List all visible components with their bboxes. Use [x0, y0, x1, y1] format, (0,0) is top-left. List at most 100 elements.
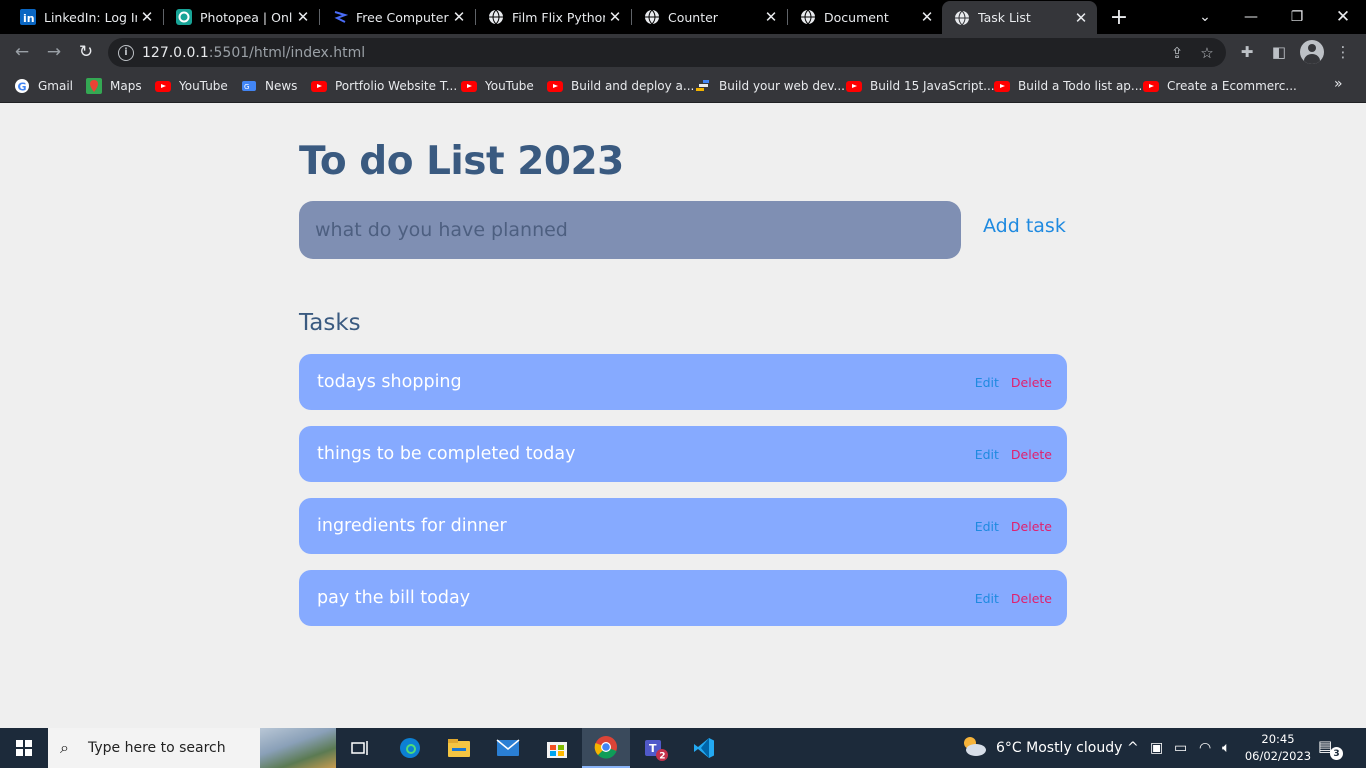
tab-film-flix[interactable]: Film Flix Python App ✕: [468, 0, 631, 34]
bookmark-label: Gmail: [38, 79, 74, 93]
edit-button[interactable]: Edit: [975, 375, 999, 390]
weather-widget[interactable]: 6°C Mostly cloudy: [960, 728, 1122, 768]
wifi-icon[interactable]: ◠: [1199, 728, 1211, 768]
bookmark-build-15-js[interactable]: Build 15 JavaScript...: [846, 76, 995, 96]
tab-photopea[interactable]: Photopea | Online Photo Editor ✕: [156, 0, 319, 34]
task-input[interactable]: [299, 201, 961, 259]
windows-taskbar: ⌕ Type here to search T2 6°C Mostly clou…: [0, 728, 1366, 768]
tab-linkedin[interactable]: in LinkedIn: Log In or Sign Up ✕: [0, 0, 163, 34]
close-icon[interactable]: ✕: [137, 7, 157, 27]
page-content: To do List 2023 Add task Tasks todays sh…: [0, 103, 1366, 728]
tab-task-list[interactable]: Task List ✕: [942, 1, 1097, 34]
bookmark-label: Build 15 JavaScript...: [870, 79, 995, 93]
task-text: things to be completed today: [317, 444, 576, 464]
task-text: todays shopping: [317, 372, 462, 392]
search-placeholder: Type here to search: [88, 740, 226, 756]
notification-center-icon[interactable]: ▤ 3: [1318, 737, 1343, 760]
bookmark-youtube-2[interactable]: YouTube: [461, 76, 534, 96]
tab-title: Task List: [978, 10, 1031, 25]
star-icon[interactable]: ☆: [1196, 42, 1218, 64]
task-item: ingredients for dinner Edit Delete: [299, 498, 1067, 554]
reload-icon[interactable]: ↻: [72, 38, 100, 66]
back-arrow-icon[interactable]: ←: [8, 38, 36, 66]
delete-button[interactable]: Delete: [1011, 591, 1052, 606]
file-explorer-icon[interactable]: [435, 728, 483, 768]
delete-button[interactable]: Delete: [1011, 375, 1052, 390]
tab-search-chevron-icon[interactable]: ⌄: [1182, 0, 1228, 34]
vscode-icon[interactable]: [680, 728, 728, 768]
task-text: ingredients for dinner: [317, 516, 507, 536]
store-icon[interactable]: [533, 728, 581, 768]
restore-button[interactable]: ❐: [1274, 0, 1320, 34]
bookmark-maps[interactable]: Maps: [86, 76, 142, 96]
bookmark-todo-list[interactable]: Build a Todo list ap...: [994, 76, 1142, 96]
clock[interactable]: 20:45 06/02/2023: [1240, 731, 1316, 765]
close-icon[interactable]: ✕: [917, 7, 937, 27]
mail-icon[interactable]: [484, 728, 532, 768]
edge-icon[interactable]: [386, 728, 434, 768]
volume-icon[interactable]: 🔈︎: [1222, 728, 1230, 768]
close-window-button[interactable]: ✕: [1320, 0, 1366, 34]
edit-button[interactable]: Edit: [975, 519, 999, 534]
tab-free-computer[interactable]: Free Computer Illustrations ✕: [312, 0, 475, 34]
edit-button[interactable]: Edit: [975, 591, 999, 606]
show-hidden-icons-chevron-icon[interactable]: ^: [1127, 728, 1139, 768]
bookmark-ecommerce[interactable]: Create a Ecommerc...: [1143, 76, 1297, 96]
address-bar[interactable]: i 127.0.0.1:5501/html/index.html ⇪ ☆: [108, 38, 1226, 67]
tab-document[interactable]: Document ✕: [780, 0, 943, 34]
tab-counter[interactable]: Counter ✕: [624, 0, 787, 34]
add-task-button[interactable]: Add task: [983, 215, 1066, 237]
menu-kebab-icon[interactable]: ⋮: [1332, 41, 1354, 63]
tab-title: Counter: [668, 9, 718, 25]
minimize-button[interactable]: —: [1228, 0, 1274, 34]
bookmark-portfolio[interactable]: Portfolio Website T...: [311, 76, 457, 96]
windows-logo-icon: [16, 740, 32, 756]
new-tab-button[interactable]: +: [1107, 5, 1131, 30]
start-button[interactable]: [0, 728, 48, 768]
svg-text:T: T: [649, 742, 657, 755]
svg-text:in: in: [23, 12, 35, 25]
battery-icon[interactable]: ▭: [1174, 728, 1187, 768]
bookmark-web-dev[interactable]: Build your web dev...: [695, 76, 845, 96]
bookmark-news[interactable]: G News: [241, 76, 297, 96]
info-icon[interactable]: i: [118, 44, 134, 61]
maps-icon: [86, 78, 102, 94]
photopea-icon: [176, 9, 192, 25]
bookmark-label: News: [265, 79, 298, 93]
double-chevron-right-icon[interactable]: »: [1334, 76, 1343, 92]
tab-title: Document: [824, 9, 889, 25]
network-display-icon[interactable]: ▣: [1150, 728, 1163, 768]
bookmark-gmail[interactable]: G Gmail: [14, 76, 73, 96]
page-title: To do List 2023: [299, 139, 624, 184]
edit-button[interactable]: Edit: [975, 447, 999, 462]
profile-avatar-icon[interactable]: [1300, 40, 1324, 64]
chrome-icon[interactable]: [582, 728, 630, 768]
youtube-icon: [547, 78, 563, 94]
browser-toolbar: ← → ↻ i 127.0.0.1:5501/html/index.html ⇪…: [0, 34, 1366, 70]
tab-strip: in LinkedIn: Log In or Sign Up ✕ Photope…: [0, 0, 1366, 34]
close-icon[interactable]: ✕: [449, 7, 469, 27]
youtube-icon: [155, 78, 171, 94]
side-panel-icon[interactable]: ◧: [1268, 41, 1290, 63]
bookmark-icon: [695, 78, 711, 94]
bookmark-youtube[interactable]: YouTube: [155, 76, 228, 96]
bookmark-build-deploy[interactable]: Build and deploy a...: [547, 76, 694, 96]
close-icon[interactable]: ✕: [605, 7, 625, 27]
close-icon[interactable]: ✕: [293, 7, 313, 27]
bookmark-label: YouTube: [179, 79, 228, 93]
forward-arrow-icon[interactable]: →: [40, 38, 68, 66]
close-icon[interactable]: ✕: [761, 7, 781, 27]
url-text: 127.0.0.1:5501/html/index.html: [142, 45, 1166, 61]
task-view-icon[interactable]: [336, 728, 384, 768]
youtube-icon: [846, 78, 862, 94]
tasks-heading: Tasks: [299, 310, 361, 336]
share-icon[interactable]: ⇪: [1166, 42, 1188, 64]
extensions-icon[interactable]: ✚: [1236, 41, 1258, 63]
delete-button[interactable]: Delete: [1011, 519, 1052, 534]
linkedin-icon: in: [20, 9, 36, 25]
teams-icon[interactable]: T2: [631, 728, 679, 768]
cloudy-weather-icon: [960, 734, 988, 762]
delete-button[interactable]: Delete: [1011, 447, 1052, 462]
taskbar-search[interactable]: ⌕ Type here to search: [48, 728, 336, 768]
close-icon[interactable]: ✕: [1071, 8, 1091, 28]
